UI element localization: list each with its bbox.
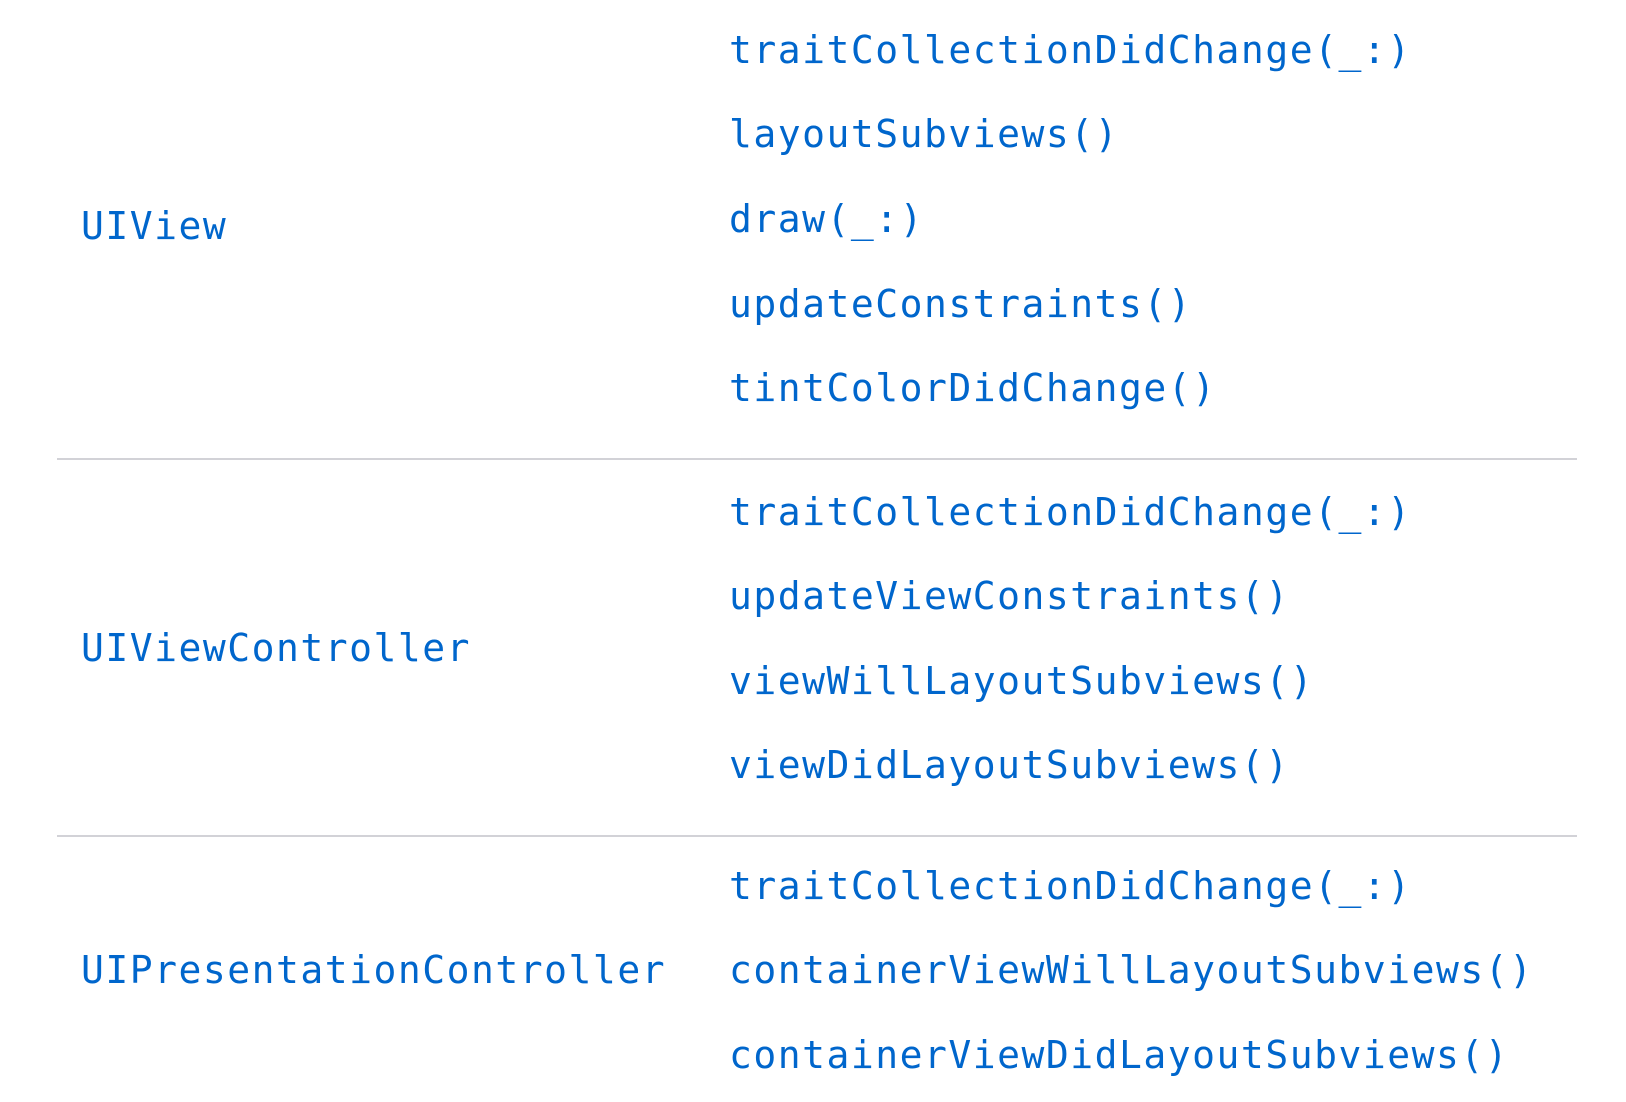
method-link[interactable]: containerViewDidLayoutSubviews()	[729, 1033, 1509, 1077]
methods-table: UIView traitCollectionDidChange(_:) layo…	[57, 0, 1577, 1102]
method-link[interactable]: traitCollectionDidChange(_:)	[729, 864, 1412, 908]
table-row-uiviewcontroller: UIViewController traitCollectionDidChang…	[57, 458, 1577, 835]
method-link[interactable]: updateConstraints()	[729, 282, 1192, 326]
class-link-uipresentationcontroller[interactable]: UIPresentationController	[81, 948, 666, 992]
class-link-uiviewcontroller[interactable]: UIViewController	[81, 626, 471, 670]
method-link[interactable]: containerViewWillLayoutSubviews()	[729, 948, 1533, 992]
method-link[interactable]: updateViewConstraints()	[729, 574, 1290, 618]
method-link[interactable]: viewWillLayoutSubviews()	[729, 659, 1314, 703]
table-row-uiview: UIView traitCollectionDidChange(_:) layo…	[57, 0, 1577, 458]
method-link[interactable]: tintColorDidChange()	[729, 366, 1217, 410]
method-link[interactable]: viewDidLayoutSubviews()	[729, 743, 1290, 787]
class-link-uiview[interactable]: UIView	[81, 204, 227, 248]
method-link[interactable]: draw(_:)	[729, 197, 924, 241]
table-row-uipresentationcontroller: UIPresentationController traitCollection…	[57, 835, 1577, 1102]
method-link[interactable]: traitCollectionDidChange(_:)	[729, 490, 1412, 534]
method-link[interactable]: layoutSubviews()	[729, 112, 1119, 156]
method-link[interactable]: traitCollectionDidChange(_:)	[729, 28, 1412, 72]
